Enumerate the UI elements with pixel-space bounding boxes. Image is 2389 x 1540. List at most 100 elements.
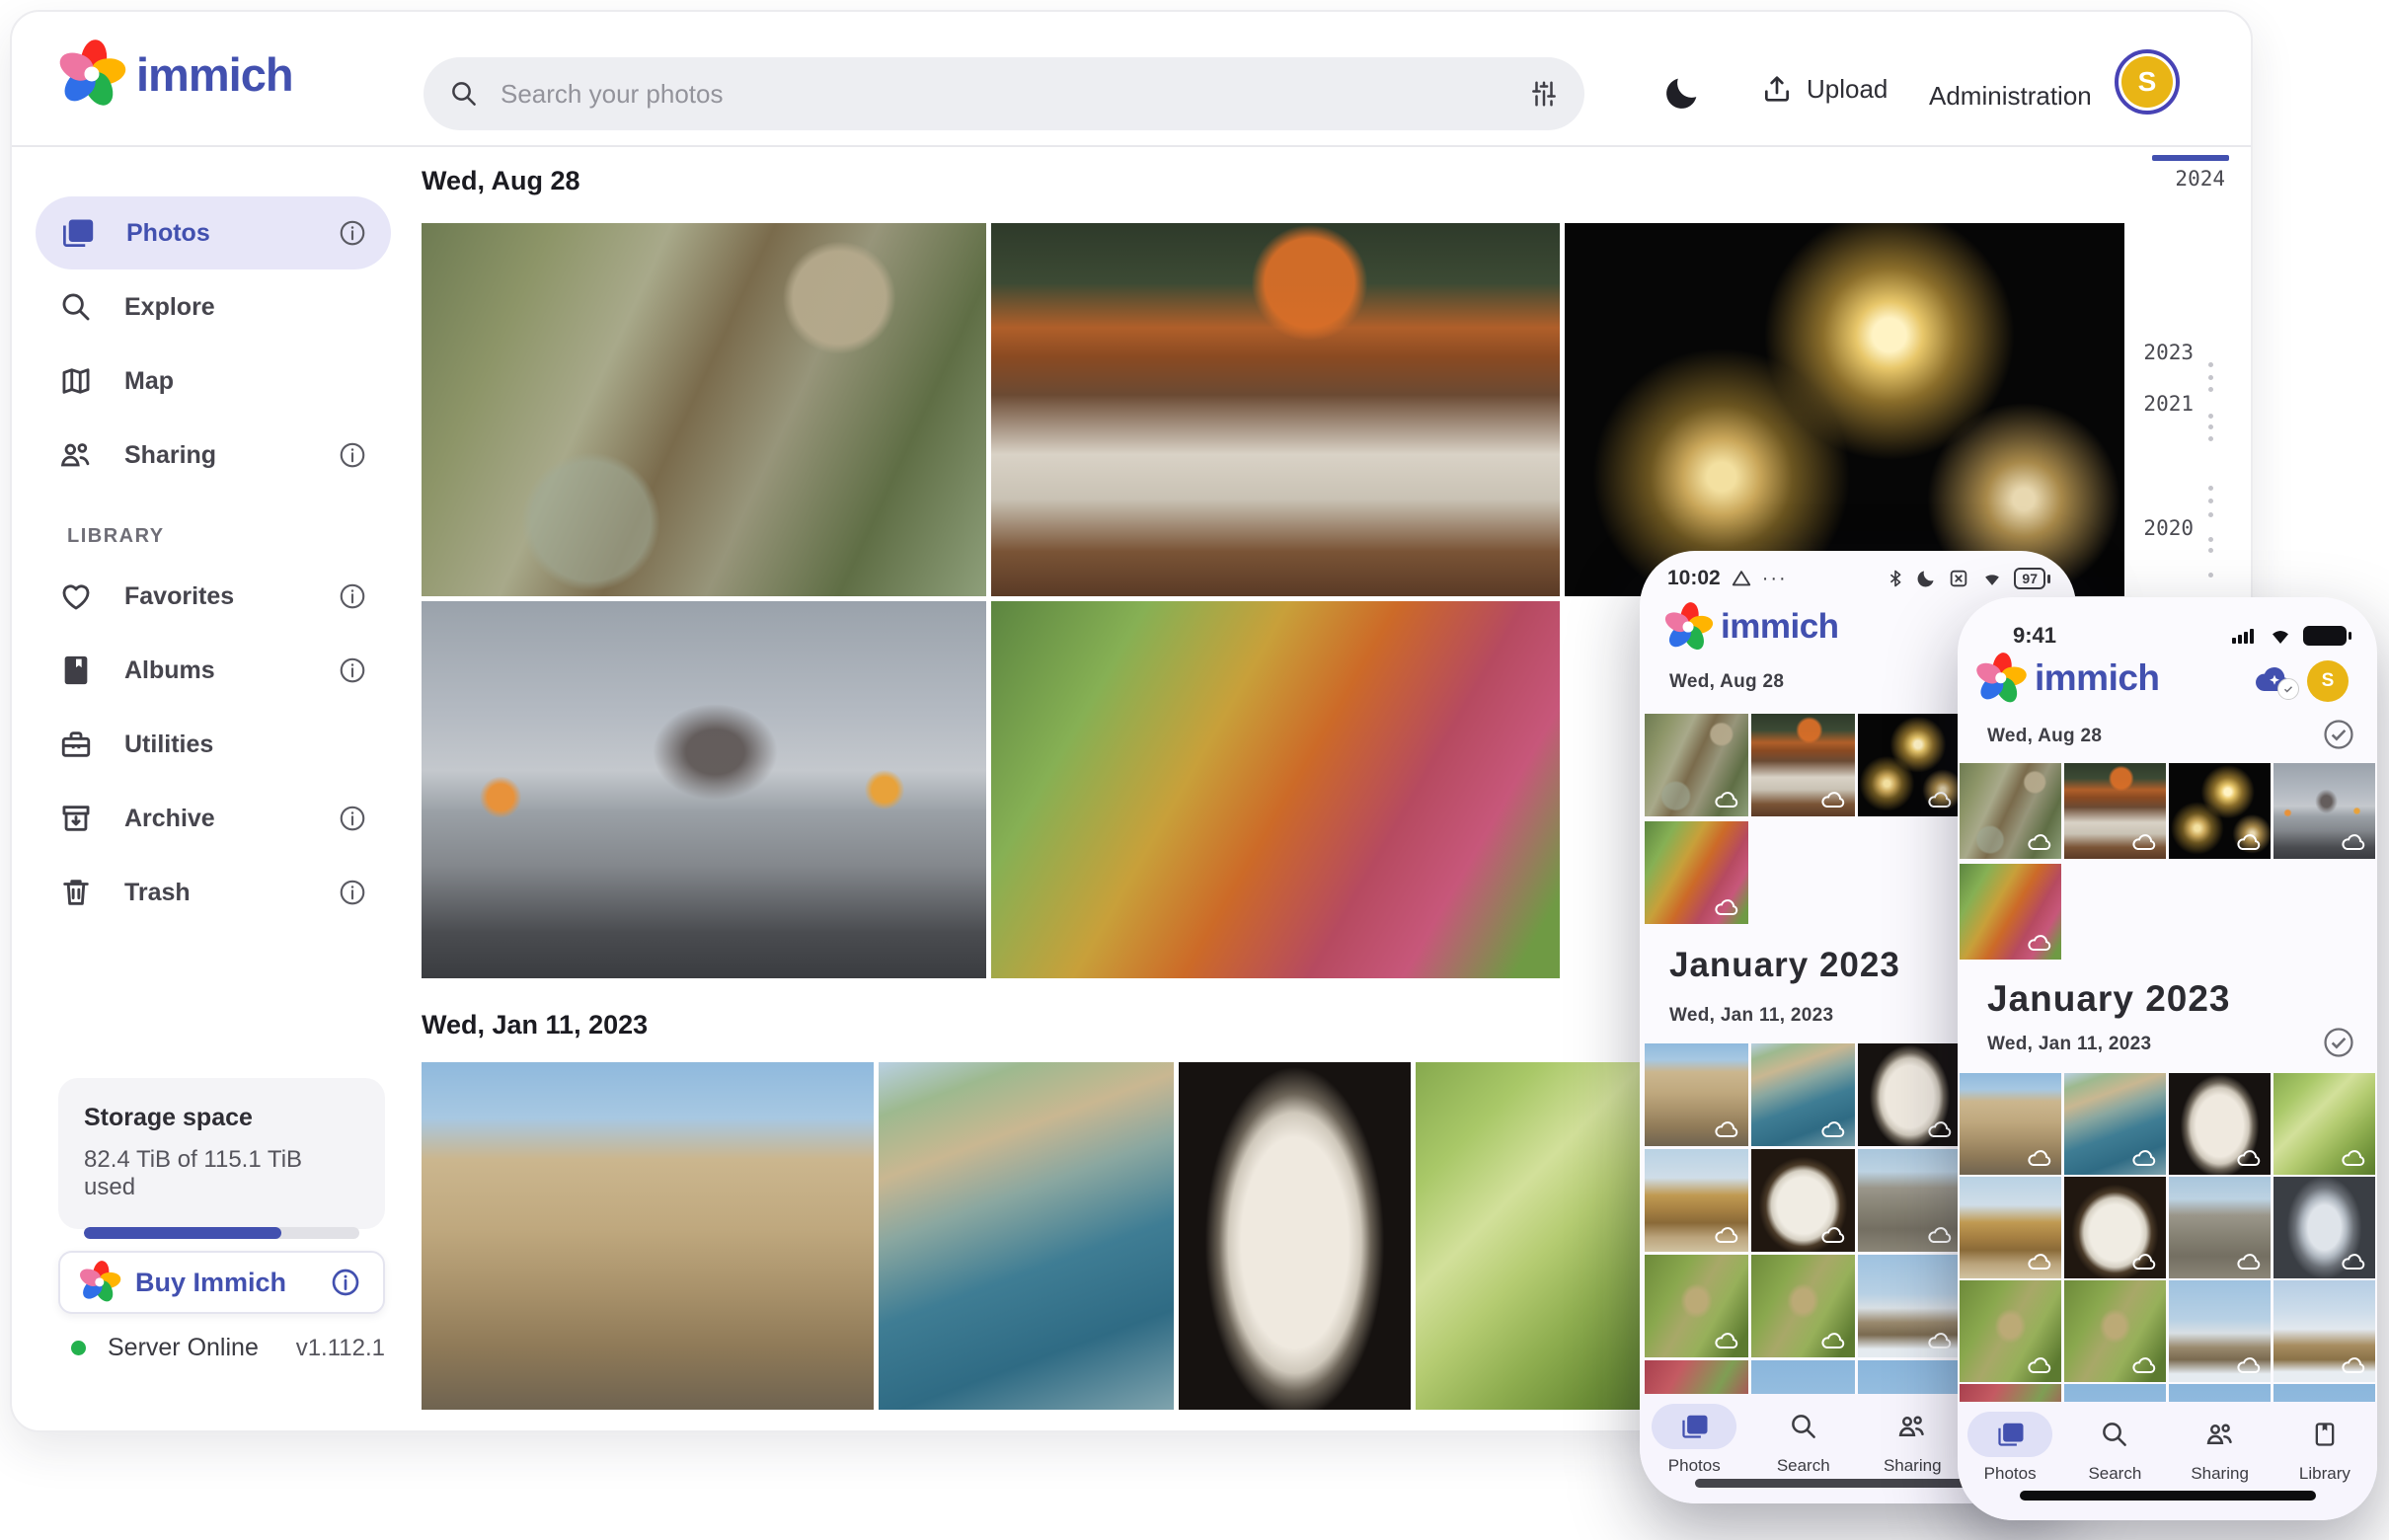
- nav-item-sharing[interactable]: Sharing: [2168, 1402, 2273, 1520]
- photo-bust[interactable]: [2169, 1073, 2271, 1175]
- photo-dinner[interactable]: [1751, 714, 1855, 816]
- photo-fireworks[interactable]: [1858, 714, 1962, 816]
- photo-autumn[interactable]: [1645, 821, 1748, 924]
- photo-monkeys[interactable]: [422, 223, 986, 596]
- server-version: v1.112.1: [296, 1335, 385, 1362]
- nav-label: Photos: [1668, 1456, 1721, 1476]
- immich-flower-icon: [1667, 606, 1709, 648]
- photo-church[interactable]: [1858, 1255, 1962, 1357]
- photo-fireworks[interactable]: [2169, 763, 2271, 859]
- cloud-backup-icon: [1820, 1120, 1847, 1138]
- toolbox-icon: [59, 728, 93, 761]
- photo-monkeys[interactable]: [1960, 763, 2061, 859]
- photo-sculpt2[interactable]: [2064, 1177, 2166, 1278]
- info-icon[interactable]: [338, 878, 367, 907]
- photo-fortress[interactable]: [1645, 1043, 1748, 1146]
- cloud-backup-icon: [1820, 1332, 1847, 1349]
- cloud-backup-icon: [1714, 898, 1740, 916]
- nav-label: Photos: [1984, 1464, 2037, 1484]
- info-icon[interactable]: [338, 804, 367, 833]
- photo-farm[interactable]: [2273, 1280, 2375, 1382]
- user-avatar[interactable]: S: [2115, 49, 2180, 115]
- photo-bust[interactable]: [1179, 1062, 1411, 1410]
- server-status-label: Server Online: [108, 1334, 259, 1362]
- nav-item-photos[interactable]: Photos: [1958, 1402, 2062, 1520]
- sidebar-item-sharing[interactable]: Sharing: [36, 419, 391, 492]
- info-icon[interactable]: [338, 581, 367, 611]
- photo-fireworks[interactable]: [1565, 223, 2124, 596]
- info-icon[interactable]: [338, 440, 367, 470]
- photo-fortress[interactable]: [1960, 1073, 2061, 1175]
- heart-icon: [59, 579, 93, 613]
- nav-item-search[interactable]: Search: [2062, 1402, 2167, 1520]
- photo-cliff[interactable]: [1960, 1177, 2061, 1278]
- select-all-check-icon[interactable]: [2322, 718, 2355, 751]
- photo-monkeys[interactable]: [1645, 714, 1748, 816]
- search-icon: [2100, 1420, 2129, 1449]
- explore-icon: [59, 290, 93, 324]
- photo-coast[interactable]: [1751, 1043, 1855, 1146]
- sidebar-item-explore[interactable]: Explore: [36, 270, 391, 344]
- photo-lizard1[interactable]: [1645, 1255, 1748, 1357]
- storage-title: Storage space: [84, 1104, 359, 1132]
- sidebar-item-label: Archive: [124, 805, 215, 833]
- trash-icon: [59, 876, 93, 909]
- photo-dinner[interactable]: [991, 223, 1560, 596]
- sidebar-item-trash[interactable]: Trash: [36, 856, 391, 929]
- cloud-backup-icon: [2027, 833, 2053, 851]
- immich-logo[interactable]: immich: [63, 45, 293, 103]
- photo-silver[interactable]: [2273, 1177, 2375, 1278]
- photo-fortress[interactable]: [422, 1062, 874, 1410]
- dark-mode-toggle[interactable]: [1662, 73, 1702, 113]
- upload-button[interactable]: Upload: [1761, 73, 1888, 105]
- date-group-header: Wed, Aug 28: [1669, 671, 1784, 693]
- photo-hands[interactable]: [2273, 763, 2375, 859]
- user-avatar[interactable]: S: [2307, 660, 2349, 702]
- sidebar-item-photos[interactable]: Photos: [36, 196, 391, 270]
- photo-ruins[interactable]: [1858, 1149, 1962, 1252]
- photo-berries[interactable]: [2273, 1073, 2375, 1175]
- search-filters-icon[interactable]: [1529, 79, 1559, 109]
- photo-cliff[interactable]: [1645, 1149, 1748, 1252]
- sidebar-item-label: Photos: [126, 219, 210, 248]
- sidebar-item-albums[interactable]: Albums: [36, 634, 391, 707]
- sharing-icon: [2205, 1420, 2235, 1449]
- search-icon: [1789, 1412, 1818, 1441]
- cloud-backup-icon: [2131, 1253, 2158, 1270]
- backup-cloud-icon[interactable]: [2254, 662, 2295, 696]
- nav-item-library[interactable]: Library: [2273, 1402, 2377, 1520]
- sidebar-item-utilities[interactable]: Utilities: [36, 708, 391, 781]
- photo-lizard1[interactable]: [1960, 1280, 2061, 1382]
- photo-church[interactable]: [2169, 1280, 2271, 1382]
- sidebar-item-favorites[interactable]: Favorites: [36, 560, 391, 633]
- photo-dinner[interactable]: [2064, 763, 2166, 859]
- photo-autumn[interactable]: [991, 601, 1560, 978]
- administration-link[interactable]: Administration: [1929, 81, 2092, 112]
- photo-ruins[interactable]: [2169, 1177, 2271, 1278]
- storage-card: Storage space 82.4 TiB of 115.1 TiB used: [58, 1078, 385, 1229]
- immich-wordmark: immich: [1721, 607, 1839, 647]
- info-icon[interactable]: [330, 1267, 361, 1298]
- cloud-backup-icon: [1927, 1332, 1954, 1349]
- search-input[interactable]: Search your photos: [424, 57, 1584, 130]
- library-heading: LIBRARY: [67, 525, 399, 548]
- photo-autumn[interactable]: [1960, 864, 2061, 960]
- date-group-header: Wed, Jan 11, 2023: [1987, 1034, 2151, 1055]
- buy-immich-button[interactable]: Buy Immich: [58, 1251, 385, 1314]
- sidebar-item-map[interactable]: Map: [36, 345, 391, 418]
- photo-lizard2[interactable]: [1751, 1255, 1855, 1357]
- info-icon[interactable]: [338, 218, 367, 248]
- search-icon: [449, 79, 479, 109]
- select-all-check-icon[interactable]: [2322, 1026, 2355, 1059]
- photo-lizard2[interactable]: [2064, 1280, 2166, 1382]
- photo-coast[interactable]: [879, 1062, 1174, 1410]
- photo-berries[interactable]: [1416, 1062, 1644, 1410]
- sidebar-item-archive[interactable]: Archive: [36, 782, 391, 855]
- photo-coast[interactable]: [2064, 1073, 2166, 1175]
- photo-sculpt2[interactable]: [1751, 1149, 1855, 1252]
- photo-hands[interactable]: [422, 601, 986, 978]
- bottom-navigation: Photos Search Sharing Library: [1958, 1402, 2377, 1520]
- scrubber-position-indicator[interactable]: [2152, 155, 2229, 161]
- photo-bust[interactable]: [1858, 1043, 1962, 1146]
- info-icon[interactable]: [338, 655, 367, 685]
